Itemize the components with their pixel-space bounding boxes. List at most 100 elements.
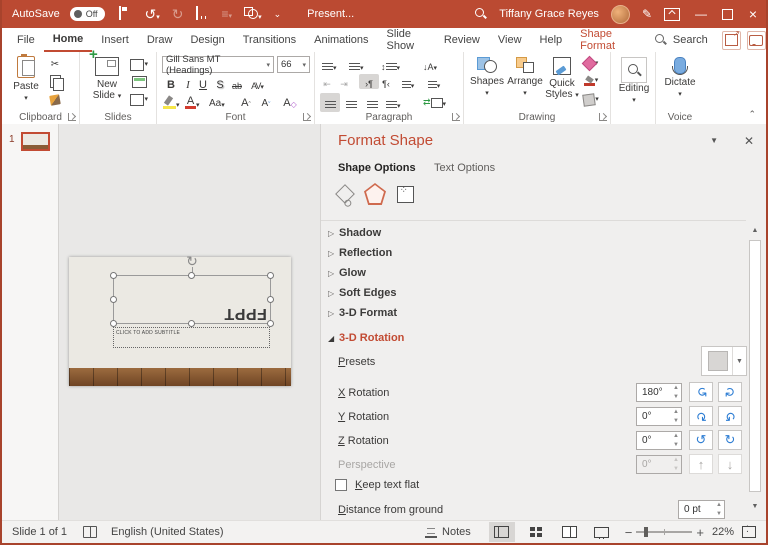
- tab-draw[interactable]: Draw: [138, 28, 182, 52]
- shrink-font-button[interactable]: Aˇ: [259, 94, 273, 109]
- section-glow[interactable]: ▷ Glow: [321, 267, 766, 285]
- scrollbar-thumb[interactable]: [749, 240, 761, 492]
- keep-text-flat-checkbox[interactable]: [335, 479, 347, 491]
- handle-top-center[interactable]: [188, 272, 195, 279]
- drawing-dialog-launcher-icon[interactable]: [599, 113, 607, 121]
- tab-transitions[interactable]: Transitions: [234, 28, 305, 52]
- cut-button[interactable]: ✂: [46, 57, 64, 72]
- handle-bottom-center[interactable]: [188, 320, 195, 327]
- shapes-qat-icon[interactable]: ▾: [244, 6, 262, 22]
- reading-view-button[interactable]: [557, 522, 583, 542]
- numbering-button[interactable]: ▾: [349, 57, 364, 72]
- slide-canvas[interactable]: ↻ FPPT CLICK TO ADD SUBTITLE: [69, 254, 291, 386]
- section-shadow[interactable]: ▷ Shadow: [321, 227, 766, 245]
- align-left-button[interactable]: [320, 93, 340, 112]
- save-icon[interactable]: [118, 6, 133, 21]
- zoom-slider[interactable]: [636, 527, 693, 537]
- titlebar-search-icon[interactable]: [475, 8, 487, 20]
- effects-tab-icon[interactable]: [363, 182, 387, 206]
- handle-bottom-left[interactable]: [110, 320, 117, 327]
- ribbon-search[interactable]: Search: [654, 34, 708, 46]
- tab-design[interactable]: Design: [181, 28, 233, 52]
- tab-shape-format[interactable]: Shape Format: [571, 28, 639, 52]
- x-rotate-right-button[interactable]: ↻: [718, 382, 742, 402]
- handle-top-right[interactable]: [267, 272, 274, 279]
- section-soft-edges[interactable]: ▷ Soft Edges: [321, 287, 766, 305]
- text-shadow-button[interactable]: S: [213, 76, 227, 91]
- zoom-out-button[interactable]: −: [625, 525, 633, 540]
- italic-button[interactable]: I: [181, 76, 195, 91]
- text-direction-button[interactable]: ↓ A ▾: [423, 57, 437, 72]
- minimize-button[interactable]: —: [688, 0, 714, 28]
- align-text-button[interactable]: ▾: [427, 75, 441, 90]
- tab-home[interactable]: Home: [43, 28, 93, 52]
- align-right-button[interactable]: [362, 93, 382, 112]
- presets-dropdown[interactable]: ▼: [701, 346, 747, 376]
- y-rotate-down-button[interactable]: ↺: [718, 406, 742, 426]
- tab-text-options[interactable]: Text Options: [434, 162, 495, 174]
- share-button[interactable]: [721, 29, 741, 50]
- paste-button[interactable]: Paste ▾: [10, 54, 42, 103]
- spinner-icon[interactable]: ▲ ▼: [673, 409, 679, 424]
- pen-mode-icon[interactable]: ✎: [642, 7, 652, 21]
- rotation-handle[interactable]: ↻: [186, 254, 198, 268]
- font-name-combo[interactable]: Gill Sans MT (Headings) ▾: [162, 54, 274, 76]
- autosave-toggle[interactable]: Off: [69, 7, 105, 21]
- columns-button[interactable]: ▾: [401, 75, 415, 90]
- editing-button[interactable]: Editing ▾: [617, 57, 651, 105]
- convert-smartart-button[interactable]: ⇄ ▾: [423, 93, 446, 108]
- bullets-button[interactable]: ▾: [322, 57, 337, 72]
- fit-to-window-button[interactable]: [742, 524, 756, 538]
- strikethrough-button[interactable]: ab: [230, 76, 244, 91]
- tab-file[interactable]: File: [8, 28, 44, 52]
- user-name[interactable]: Tiffany Grace Reyes: [499, 8, 599, 20]
- maximize-button[interactable]: [714, 0, 740, 28]
- section-3d-format[interactable]: ▷ 3-D Format: [321, 307, 766, 325]
- align-center-button[interactable]: [341, 93, 361, 112]
- handle-bottom-right[interactable]: [267, 320, 274, 327]
- z-rotate-cw-button[interactable]: ↻: [718, 430, 742, 450]
- x-rotation-input[interactable]: 180° ▲ ▼: [636, 383, 682, 402]
- ltr-text-button[interactable]: ›¶: [359, 74, 379, 89]
- normal-view-button[interactable]: [488, 522, 515, 542]
- handle-mid-right[interactable]: [267, 295, 274, 303]
- selected-textbox[interactable]: ↻ FPPT: [110, 254, 274, 327]
- fill-line-tab-icon[interactable]: [333, 182, 357, 206]
- tab-animations[interactable]: Animations: [305, 28, 377, 52]
- undo-button[interactable]: ↺▾: [145, 6, 160, 23]
- slide-sorter-button[interactable]: [523, 522, 549, 542]
- layout-button[interactable]: ▾: [130, 57, 148, 72]
- scroll-up-icon[interactable]: ▲: [748, 224, 762, 238]
- handle-mid-left[interactable]: [110, 295, 117, 303]
- quick-styles-button[interactable]: Quick Styles ▾: [544, 57, 580, 100]
- reset-button[interactable]: [130, 74, 148, 89]
- shape-effects-button[interactable]: ▾: [582, 92, 600, 107]
- change-case-button[interactable]: Aa ▾: [209, 94, 225, 109]
- new-slide-button[interactable]: New Slide ▾: [88, 49, 126, 101]
- paragraph-dialog-launcher-icon[interactable]: [452, 113, 460, 121]
- x-rotate-left-button[interactable]: ↺: [689, 382, 713, 402]
- notes-toggle[interactable]: Notes: [425, 526, 471, 538]
- tab-review[interactable]: Review: [435, 28, 489, 52]
- section-3d-rotation[interactable]: ◢ 3-D Rotation: [321, 332, 766, 350]
- spinner-icon[interactable]: ▲ ▼: [716, 502, 722, 517]
- arrange-button[interactable]: Arrange ▾: [506, 57, 544, 98]
- shape-fill-button[interactable]: ▾: [581, 55, 600, 72]
- underline-button[interactable]: U: [196, 76, 210, 91]
- subtitle-placeholder[interactable]: CLICK TO ADD SUBTITLE: [113, 327, 270, 348]
- tab-slide-show[interactable]: Slide Show: [378, 28, 435, 52]
- bold-button[interactable]: B: [164, 76, 178, 91]
- size-properties-tab-icon[interactable]: [393, 182, 417, 206]
- start-slideshow-icon[interactable]: [195, 6, 210, 21]
- copy-button[interactable]: [46, 74, 64, 91]
- font-dialog-launcher-icon[interactable]: [303, 113, 311, 121]
- highlight-button[interactable]: ▾: [163, 94, 180, 109]
- y-rotate-up-button[interactable]: ↻: [689, 406, 713, 426]
- section-button[interactable]: ▾: [130, 92, 148, 107]
- user-avatar[interactable]: [610, 4, 630, 24]
- zoom-slider-thumb[interactable]: [644, 527, 649, 537]
- clear-formatting-button[interactable]: A ◇: [283, 94, 297, 109]
- panel-scrollbar[interactable]: ▲ ▼: [748, 224, 762, 514]
- comments-button[interactable]: [746, 30, 766, 50]
- panel-options-chevron-icon[interactable]: ▼: [710, 136, 718, 145]
